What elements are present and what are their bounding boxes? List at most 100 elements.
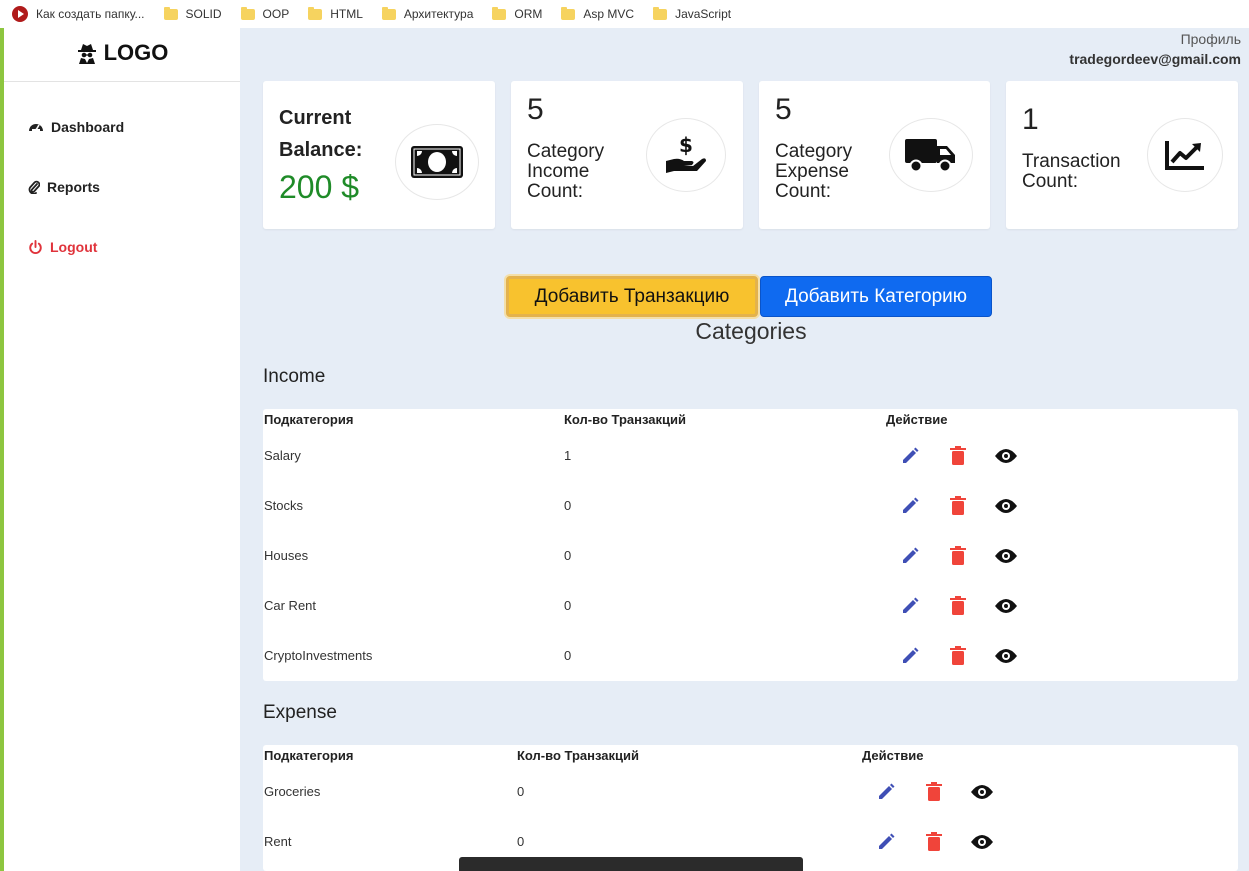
bookmark-label: OOP [262, 7, 290, 21]
delete-icon[interactable] [946, 544, 970, 568]
edit-icon[interactable] [898, 594, 922, 618]
profile-link[interactable]: Профиль [1181, 31, 1241, 47]
bookmark-7[interactable]: JavaScript [653, 6, 732, 21]
row-count: 1 [564, 448, 572, 463]
balance-icon-circle [395, 124, 479, 200]
column-header-subcategory: Подкатегория [264, 412, 354, 427]
sidebar: LOGO Dashboard Reports Logout [4, 28, 240, 871]
income-count: 5 [527, 93, 544, 126]
view-icon[interactable] [994, 444, 1018, 468]
row-name: Houses [264, 548, 309, 563]
income-card: 5 Category Income Count: $ [511, 81, 743, 229]
income-label: Category Income Count: [527, 141, 605, 202]
bookmark-label: Asp MVC [583, 7, 635, 21]
row-name: Salary [264, 448, 301, 463]
row-name: Car Rent [264, 598, 317, 613]
transactions-icon-circle [1147, 118, 1223, 192]
logo-text: LOGO [103, 39, 169, 65]
edit-icon[interactable] [898, 444, 922, 468]
edit-icon[interactable] [874, 830, 898, 854]
bookmark-6[interactable]: Asp MVC [561, 6, 635, 21]
row-count: 0 [564, 648, 572, 663]
balance-value: 200 $ [279, 169, 360, 205]
view-icon[interactable] [970, 830, 994, 854]
delete-icon[interactable] [946, 494, 970, 518]
folder-icon [561, 6, 576, 20]
income-section-title: Income [263, 366, 326, 387]
transaction-count: 1 [1022, 103, 1039, 136]
sidebar-item-reports[interactable]: Reports [28, 179, 100, 195]
expense-icon-circle [889, 118, 973, 192]
add-transaction-button[interactable]: Добавить Транзакцию [506, 276, 758, 317]
truck-icon [905, 139, 955, 173]
bookmark-0[interactable]: Как создать папку... [12, 6, 145, 22]
bookmark-2[interactable]: OOP [240, 6, 290, 21]
row-count: 0 [564, 548, 572, 563]
bookmark-1[interactable]: SOLID [163, 6, 222, 21]
edit-icon[interactable] [898, 644, 922, 668]
row-name: Stocks [264, 498, 304, 513]
bookmark-label: Как создать папку... [36, 7, 145, 21]
bookmark-3[interactable]: HTML [308, 6, 363, 21]
column-header-subcategory: Подкатегория [264, 748, 354, 763]
sidebar-item-label: Dashboard [51, 119, 125, 135]
balance-label: Current Balance: [279, 107, 363, 161]
folder-icon [163, 6, 178, 20]
money-bill-icon [411, 146, 463, 178]
toast-bar [459, 857, 803, 871]
add-category-button[interactable]: Добавить Категорию [760, 276, 992, 317]
expense-section-title: Expense [263, 702, 337, 723]
folder-icon [653, 6, 668, 20]
view-icon[interactable] [970, 780, 994, 804]
expense-card: 5 Category Expense Count: [759, 81, 990, 229]
sidebar-item-dashboard[interactable]: Dashboard [28, 119, 124, 135]
edit-icon[interactable] [898, 544, 922, 568]
income-table: Подкатегория Кол-во Транзакций Действие … [263, 409, 1238, 681]
expense-label: Category Expense Count: [775, 141, 853, 202]
bookmark-label: Архитектура [403, 7, 474, 21]
bookmark-4[interactable]: Архитектура [381, 6, 474, 21]
row-count: 0 [517, 834, 525, 849]
bookmark-5[interactable]: ORM [492, 6, 543, 21]
row-name: Groceries [264, 784, 321, 799]
delete-icon[interactable] [946, 594, 970, 618]
bookmarks-bar: Как создать папку... SOLID OOP HTML Архи… [0, 0, 1249, 28]
column-header-action: Действие [862, 748, 924, 763]
youtube-icon [12, 6, 28, 22]
delete-icon[interactable] [946, 644, 970, 668]
delete-icon[interactable] [946, 444, 970, 468]
row-name: Rent [264, 834, 292, 849]
row-count: 0 [564, 498, 572, 513]
sidebar-item-label: Reports [47, 179, 100, 195]
view-icon[interactable] [994, 594, 1018, 618]
column-header-count: Кол-во Транзакций [564, 412, 686, 427]
transactions-card: 1 Transaction Count: [1006, 81, 1238, 229]
edit-icon[interactable] [874, 780, 898, 804]
logo[interactable]: LOGO [4, 28, 240, 82]
folder-icon [492, 6, 507, 20]
sidebar-item-logout[interactable]: Logout [28, 239, 97, 255]
folder-icon [381, 6, 396, 20]
svg-text:$: $ [679, 135, 693, 157]
column-header-action: Действие [886, 412, 948, 427]
delete-icon[interactable] [922, 830, 946, 854]
sidebar-item-label: Logout [50, 239, 98, 255]
folder-icon [240, 6, 255, 20]
bookmark-label: ORM [514, 7, 543, 21]
bookmark-label: JavaScript [675, 7, 732, 21]
view-icon[interactable] [994, 544, 1018, 568]
column-header-count: Кол-во Транзакций [517, 748, 639, 763]
view-icon[interactable] [994, 644, 1018, 668]
row-count: 0 [517, 784, 525, 799]
categories-title: Categories [695, 318, 807, 344]
bookmark-label: SOLID [185, 7, 222, 21]
expense-count: 5 [775, 93, 792, 126]
transaction-label: Transaction Count: [1022, 151, 1121, 192]
power-icon [29, 239, 42, 254]
delete-icon[interactable] [922, 780, 946, 804]
view-icon[interactable] [994, 494, 1018, 518]
edit-icon[interactable] [898, 494, 922, 518]
gauge-icon [29, 124, 43, 132]
balance-card: Current Balance: 200 $ [263, 81, 495, 229]
trend-chart-icon [1165, 141, 1204, 170]
